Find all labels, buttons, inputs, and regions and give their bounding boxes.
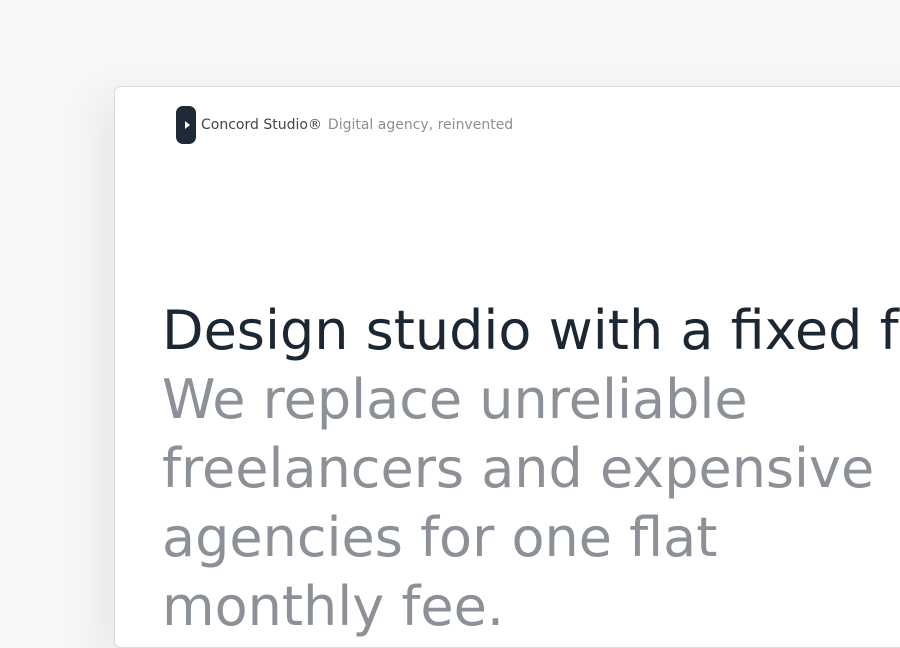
- site-header: Concord Studio® Digital agency, reinvent…: [176, 106, 513, 144]
- browser-window: Concord Studio® Digital agency, reinvent…: [114, 86, 900, 648]
- logo[interactable]: [176, 106, 196, 144]
- brand-tagline: Digital agency, reinvented: [327, 117, 514, 133]
- play-arrow-icon: [185, 121, 190, 129]
- hero-title: Design studio with a fixed fee: [162, 299, 900, 362]
- brand-name[interactable]: Concord Studio®: [201, 117, 322, 133]
- hero-section: Design studio with a fixed fee We replac…: [162, 297, 900, 641]
